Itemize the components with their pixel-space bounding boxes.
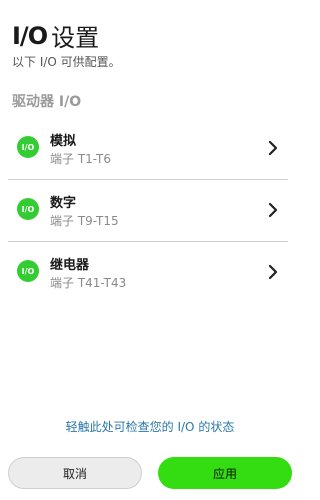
- list-item-title: 数字: [50, 196, 77, 211]
- page-subtitle: 以下 I/O 可供配置。: [12, 55, 121, 69]
- io-list: I/O 模拟 端子 T1-T6 I/O 数字 端子 T9-T15 I/O 继电器…: [8, 118, 288, 304]
- io-icon: I/O: [17, 136, 39, 158]
- io-icon: I/O: [17, 198, 39, 220]
- list-item-relay[interactable]: I/O 继电器 端子 T41-T43: [8, 242, 288, 304]
- io-icon: I/O: [17, 260, 39, 282]
- list-item-subtitle: 端子 T41-T43: [50, 276, 127, 290]
- list-item-title: 模拟: [50, 134, 77, 149]
- apply-button[interactable]: 应用: [158, 457, 292, 489]
- section-label-drive-io: 驱动器 I/O: [12, 94, 82, 110]
- chevron-right-icon: [268, 264, 278, 280]
- chevron-right-icon: [268, 140, 278, 156]
- check-io-status-link[interactable]: 轻触此处可检查您的 I/O 的状态: [0, 418, 300, 435]
- title-text: 设置: [51, 24, 100, 52]
- list-item-subtitle: 端子 T9-T15: [50, 214, 119, 228]
- io-settings-screen: I/O 设置 以下 I/O 可供配置。 驱动器 I/O I/O 模拟 端子 T1…: [0, 0, 300, 500]
- title-io: I/O: [12, 21, 48, 50]
- chevron-right-icon: [268, 202, 278, 218]
- list-item-digital[interactable]: I/O 数字 端子 T9-T15: [8, 180, 288, 242]
- list-item-subtitle: 端子 T1-T6: [50, 152, 111, 166]
- list-item-title: 继电器: [50, 258, 90, 273]
- page-title: I/O 设置: [12, 18, 99, 53]
- cancel-button[interactable]: 取消: [8, 457, 142, 489]
- list-item-analog[interactable]: I/O 模拟 端子 T1-T6: [8, 118, 288, 180]
